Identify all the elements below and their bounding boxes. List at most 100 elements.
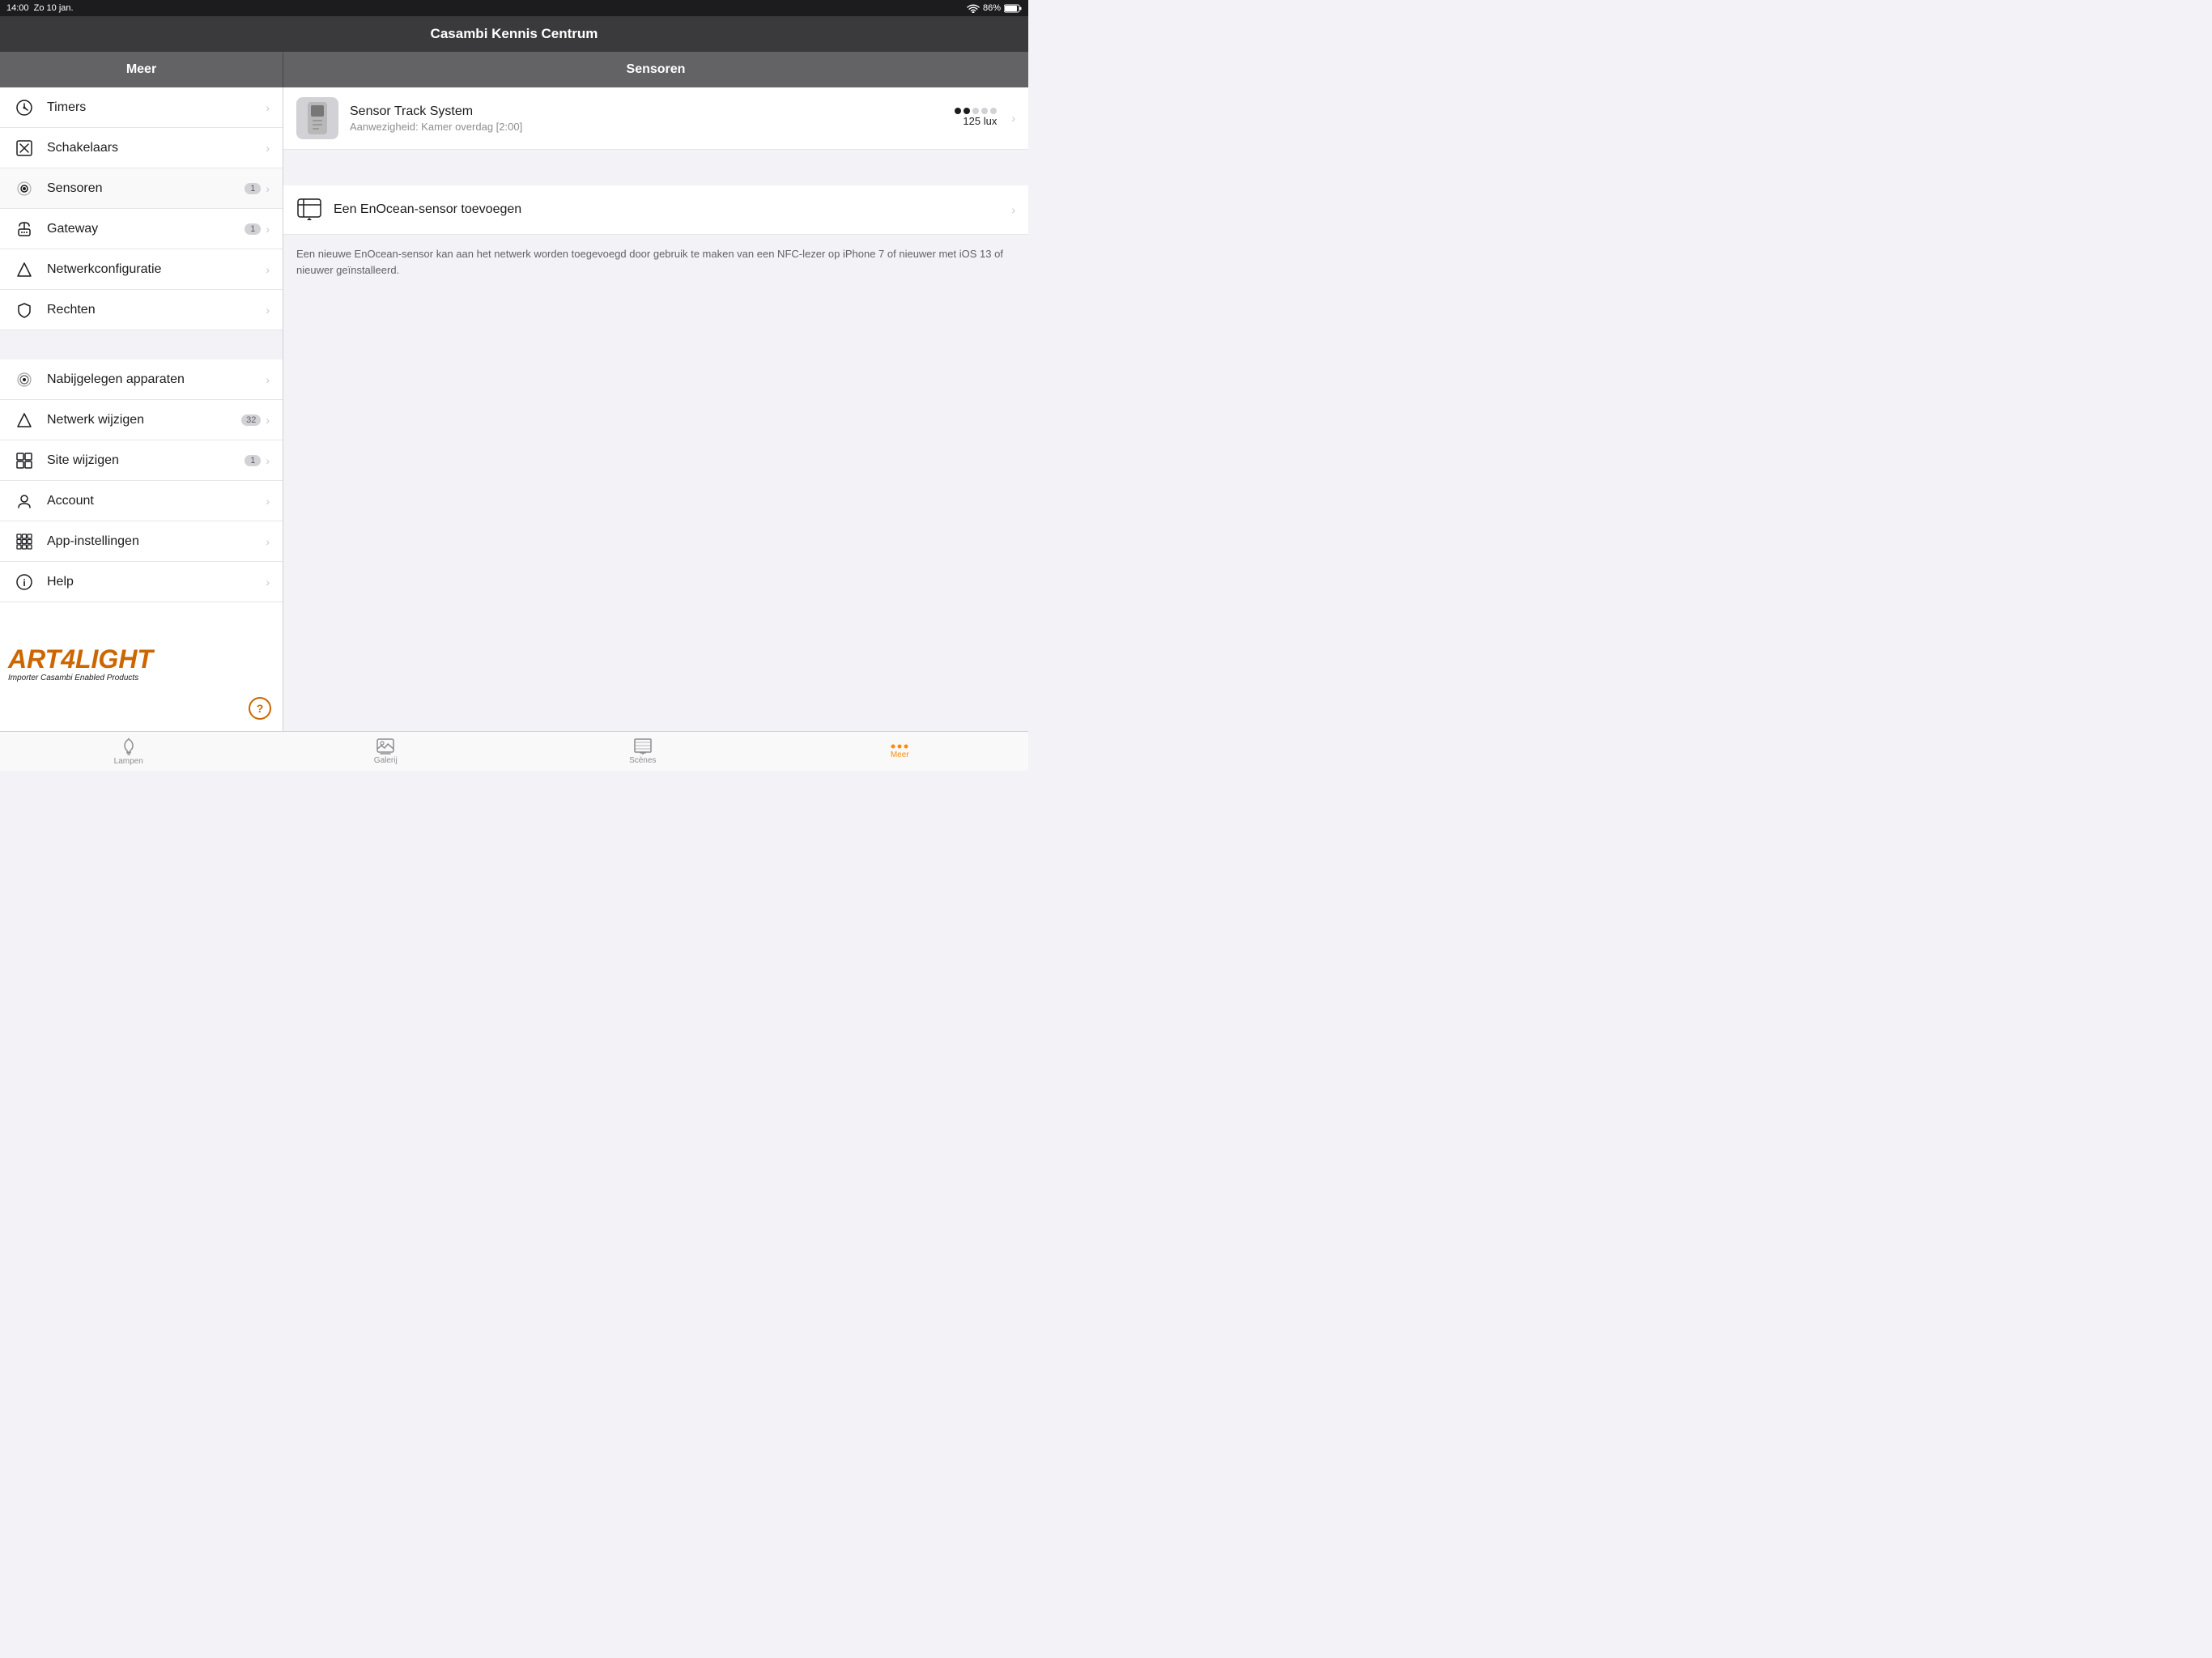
tab-lampen-label: Lampen — [114, 757, 143, 766]
site-wijzigen-badge: 1 — [245, 455, 261, 466]
grid-icon — [13, 449, 36, 472]
scenes-icon — [634, 738, 652, 755]
add-enocean-label: Een EnOcean-sensor toevoegen — [334, 202, 1011, 217]
netwerk-wijzigen-label: Netwerk wijzigen — [47, 413, 241, 427]
sidebar-item-rechten[interactable]: Rechten › — [0, 290, 283, 330]
sensoren-chevron: › — [266, 182, 270, 195]
right-panel-header: Sensoren — [283, 52, 1028, 87]
app-title: Casambi Kennis Centrum — [431, 26, 598, 42]
sidebar-item-help[interactable]: i Help › — [0, 562, 283, 602]
nabijgelegen-label: Nabijgelegen apparaten — [47, 372, 266, 387]
sidebar-item-gateway[interactable]: Gateway 1 › — [0, 209, 283, 249]
sensor-chevron: › — [1011, 112, 1015, 125]
add-enocean-chevron: › — [1011, 203, 1015, 216]
sensor-dots — [955, 108, 997, 114]
tab-scenes-label: Scènes — [629, 756, 656, 765]
person-icon — [13, 490, 36, 512]
sidebar-header: Meer — [0, 52, 283, 87]
dot-3 — [972, 108, 979, 114]
schakelaars-label: Schakelaars — [47, 141, 266, 155]
right-panel: Sensor Track System Aanwezigheid: Kamer … — [283, 87, 1028, 731]
sidebar-item-netwerkconfiguratie[interactable]: Netwerkconfiguratie › — [0, 249, 283, 290]
app-header: Casambi Kennis Centrum — [0, 16, 1028, 52]
netwerkconfiguratie-label: Netwerkconfiguratie — [47, 262, 266, 277]
section-separator — [283, 156, 1028, 185]
clock-icon — [13, 96, 36, 119]
tab-meer-label: Meer — [891, 750, 909, 759]
sidebar-item-schakelaars[interactable]: Schakelaars › — [0, 128, 283, 168]
rechten-label: Rechten — [47, 303, 266, 317]
status-indicators: 86% — [967, 3, 1022, 13]
timers-label: Timers — [47, 100, 266, 115]
sensoren-badge: 1 — [245, 183, 261, 194]
dot-4 — [981, 108, 988, 114]
sidebar-item-nabijgelegen[interactable]: Nabijgelegen apparaten › — [0, 359, 283, 400]
sidebar: Timers › Schakelaars › Sensoren 1 › Gate… — [0, 87, 283, 731]
wifi-icon — [967, 4, 980, 13]
svg-text:i: i — [23, 577, 25, 589]
menu-separator-1 — [0, 330, 283, 359]
sidebar-item-site-wijzigen[interactable]: Site wijzigen 1 › — [0, 440, 283, 481]
help-label: Help — [47, 575, 266, 589]
tab-lampen[interactable]: Lampen — [0, 732, 257, 771]
enocean-sensor-icon — [297, 198, 321, 221]
tab-meer[interactable]: Meer — [772, 732, 1029, 771]
help-chevron: › — [266, 576, 270, 589]
netwerkconfiguratie-chevron: › — [266, 263, 270, 276]
app-instellingen-chevron: › — [266, 535, 270, 548]
sensor-device-image — [301, 100, 334, 136]
sidebar-item-app-instellingen[interactable]: App-instellingen › — [0, 521, 283, 562]
tab-galerij[interactable]: Galerij — [257, 732, 515, 771]
rechten-chevron: › — [266, 304, 270, 317]
battery-icon — [1004, 4, 1022, 13]
lamp-icon — [121, 738, 137, 755]
status-time-date: 14:00 Zo 10 jan. — [6, 3, 74, 13]
gateway-badge: 1 — [245, 223, 261, 235]
sidebar-item-account[interactable]: Account › — [0, 481, 283, 521]
gateway-label: Gateway — [47, 222, 245, 236]
sensor-card[interactable]: Sensor Track System Aanwezigheid: Kamer … — [283, 87, 1028, 150]
tab-galerij-label: Galerij — [374, 756, 398, 765]
main-layout: Timers › Schakelaars › Sensoren 1 › Gate… — [0, 87, 1028, 731]
sensor-name: Sensor Track System — [350, 104, 955, 119]
tab-scenes[interactable]: Scènes — [514, 732, 772, 771]
schakelaars-chevron: › — [266, 142, 270, 155]
sidebar-item-sensoren[interactable]: Sensoren 1 › — [0, 168, 283, 209]
column-headers: Meer Sensoren — [0, 52, 1028, 87]
app-instellingen-label: App-instellingen — [47, 534, 266, 549]
dot-1 — [955, 108, 961, 114]
help-circle-button[interactable]: ? — [249, 697, 271, 720]
sensor-icon — [13, 177, 36, 200]
sensoren-label: Sensoren — [47, 181, 245, 196]
sensor-description: Aanwezigheid: Kamer overdag [2:00] — [350, 121, 955, 133]
sidebar-item-netwerk-wijzigen[interactable]: Netwerk wijzigen 32 › — [0, 400, 283, 440]
gateway-icon — [13, 218, 36, 240]
sensor-info: Sensor Track System Aanwezigheid: Kamer … — [350, 104, 955, 133]
sidebar-item-timers[interactable]: Timers › — [0, 87, 283, 128]
radar-icon — [13, 368, 36, 391]
watermark-sub: Importer Casambi Enabled Products — [8, 674, 153, 682]
enocean-icon — [296, 197, 322, 223]
status-bar: 14:00 Zo 10 jan. 86% — [0, 0, 1028, 16]
network-icon — [13, 258, 36, 281]
tab-bar: Lampen Galerij Scènes Meer — [0, 731, 1028, 771]
account-chevron: › — [266, 495, 270, 508]
more-icon — [891, 744, 908, 749]
switch-icon — [13, 137, 36, 159]
timers-chevron: › — [266, 101, 270, 114]
battery-level: 86% — [983, 3, 1001, 13]
add-enocean-row[interactable]: Een EnOcean-sensor toevoegen › — [283, 185, 1028, 235]
gallery-icon — [376, 738, 394, 755]
shield-icon — [13, 299, 36, 321]
watermark: ART4LIGHT Importer Casambi Enabled Produ… — [8, 646, 153, 682]
sensor-value-area: 125 lux › — [955, 108, 1015, 129]
enocean-description: Een nieuwe EnOcean-sensor kan aan het ne… — [283, 235, 1028, 289]
sensor-lux-value: 125 lux — [955, 114, 997, 129]
info-icon: i — [13, 571, 36, 593]
site-wijzigen-label: Site wijzigen — [47, 453, 245, 468]
antenna-icon — [13, 409, 36, 432]
grid2-icon — [13, 530, 36, 553]
sensor-image — [296, 97, 338, 139]
netwerk-wijzigen-badge: 32 — [241, 414, 261, 426]
account-label: Account — [47, 494, 266, 508]
